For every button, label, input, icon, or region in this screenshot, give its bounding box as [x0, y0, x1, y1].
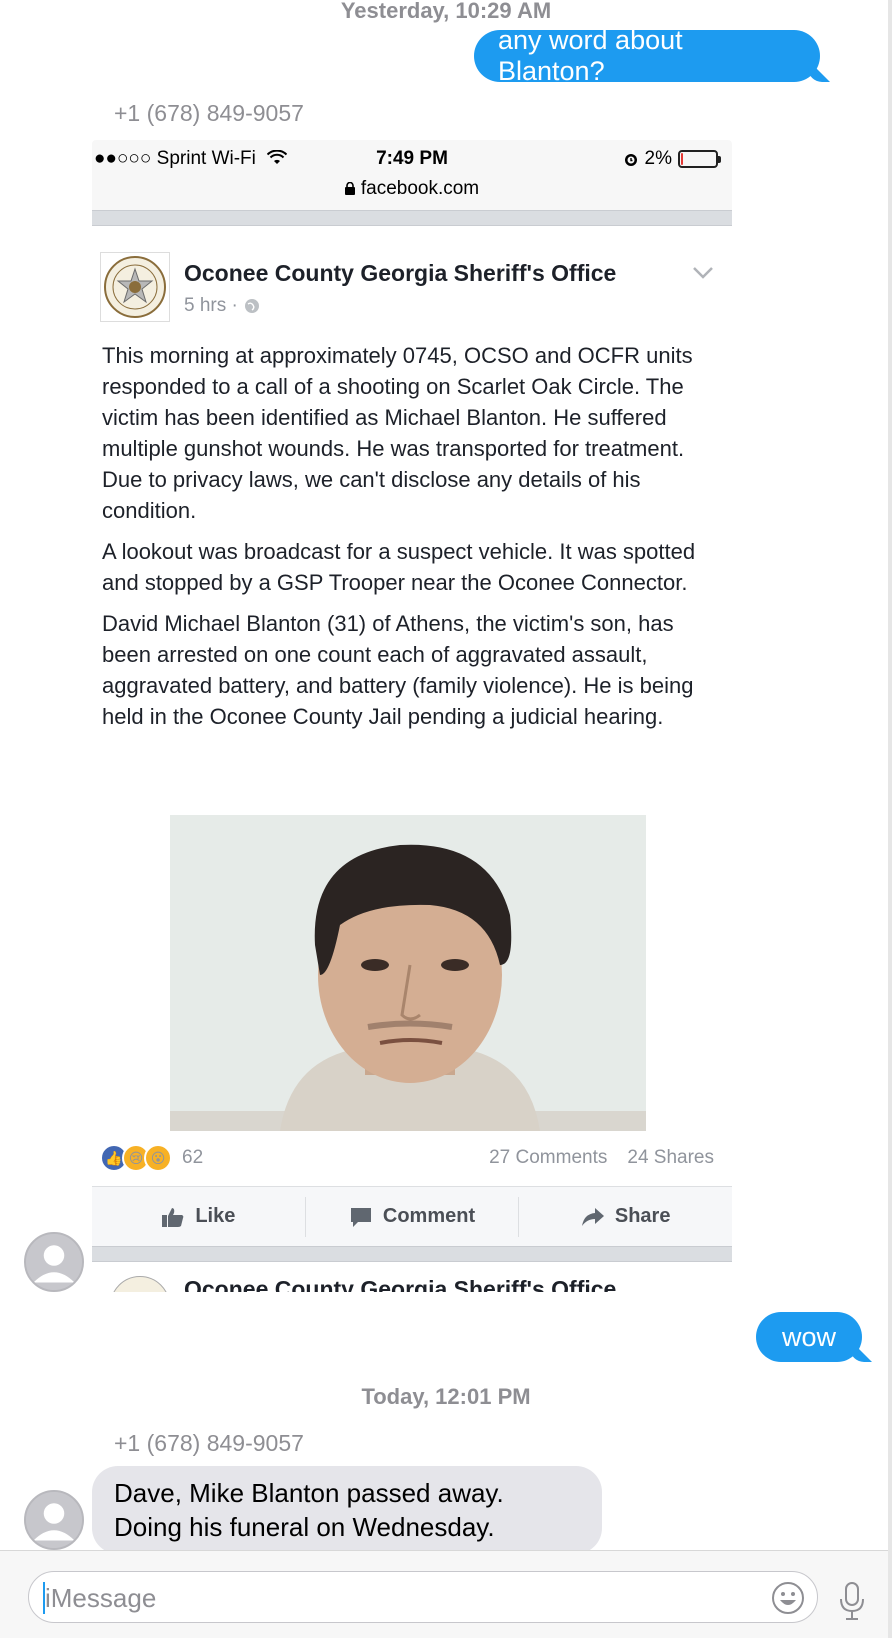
comment-button[interactable]: Comment [304, 1196, 519, 1237]
timestamp: Yesterday, 10:29 AM [340, 0, 552, 23]
microphone-icon[interactable] [838, 1581, 866, 1621]
message-text: any word about Blanton? [498, 25, 683, 86]
post-meta: 5 hrs · [184, 295, 260, 317]
lock-icon [344, 182, 355, 195]
url-bar: facebook.com [92, 178, 732, 200]
avatar[interactable] [24, 1232, 84, 1292]
sheriff-badge-logo [100, 252, 170, 322]
reaction-summary[interactable]: 👍 😢 😮 62 27 Comments 24 Shares [100, 1140, 724, 1176]
incoming-message[interactable]: Dave, Mike Blanton passed away. Doing hi… [92, 1466, 602, 1554]
composer-bar: iMessage [0, 1550, 888, 1638]
comment-icon [350, 1207, 371, 1227]
sender-label: +1 (678) 849-9057 [114, 100, 304, 126]
like-button[interactable]: Like [92, 1197, 305, 1237]
thumbs-up-icon [162, 1207, 184, 1227]
message-text: wow [781, 1321, 836, 1352]
shares-count[interactable]: 24 Shares [627, 1147, 714, 1169]
emoji-icon[interactable] [771, 1581, 805, 1615]
message-text: Dave, Mike Blanton passed away. [114, 1478, 504, 1508]
battery-indicator: 2% [623, 148, 721, 170]
comments-count[interactable]: 27 Comments [489, 1147, 607, 1169]
post-body: This morning at approximately 0745, OCSO… [102, 340, 712, 742]
divider [92, 210, 732, 226]
message-input[interactable]: iMessage [28, 1571, 818, 1623]
wow-reaction-icon: 😮 [144, 1144, 172, 1172]
share-button[interactable]: Share [518, 1196, 732, 1237]
reaction-count: 62 [182, 1147, 204, 1168]
post-paragraph: David Michael Blanton (31) of Athens, th… [102, 611, 694, 729]
status-bar: ●●○○○ Sprint Wi-Fi 7:49 PM 2% facebook.c… [92, 140, 732, 210]
sender-label: +1 (678) 849-9057 [114, 1430, 304, 1456]
divider [92, 1246, 732, 1262]
next-post-preview: Oconee County Georgia Sheriff's Office [92, 1266, 732, 1292]
alarm-icon [624, 154, 637, 166]
timestamp: Today, 12:01 PM [361, 1384, 531, 1409]
globe-icon [244, 299, 259, 313]
next-post-author: Oconee County Georgia Sheriff's Office [184, 1276, 617, 1292]
post-author[interactable]: Oconee County Georgia Sheriff's Office [184, 260, 616, 287]
image-attachment[interactable]: ●●○○○ Sprint Wi-Fi 7:49 PM 2% facebook.c… [92, 140, 732, 1292]
post-action-bar: Like Comment Share [92, 1186, 732, 1246]
post-paragraph: This morning at approximately 0745, OCSO… [102, 343, 693, 523]
reaction-icons: 👍 😢 😮 [100, 1144, 172, 1172]
post-paragraph: A lookout was broadcast for a suspect ve… [102, 539, 696, 595]
sheriff-badge-logo [110, 1276, 170, 1292]
message-text: Doing his funeral on Wednesday. [114, 1512, 495, 1542]
mugshot-photo[interactable] [170, 815, 646, 1131]
battery-icon [678, 150, 721, 168]
outgoing-message[interactable]: any word about Blanton? [474, 25, 820, 86]
message-placeholder: iMessage [45, 1583, 157, 1613]
avatar[interactable] [24, 1490, 84, 1550]
battery-percent: 2% [644, 148, 672, 169]
chevron-down-icon[interactable] [692, 266, 714, 280]
share-arrow-icon [581, 1207, 604, 1226]
outgoing-message[interactable]: wow [756, 1312, 862, 1362]
